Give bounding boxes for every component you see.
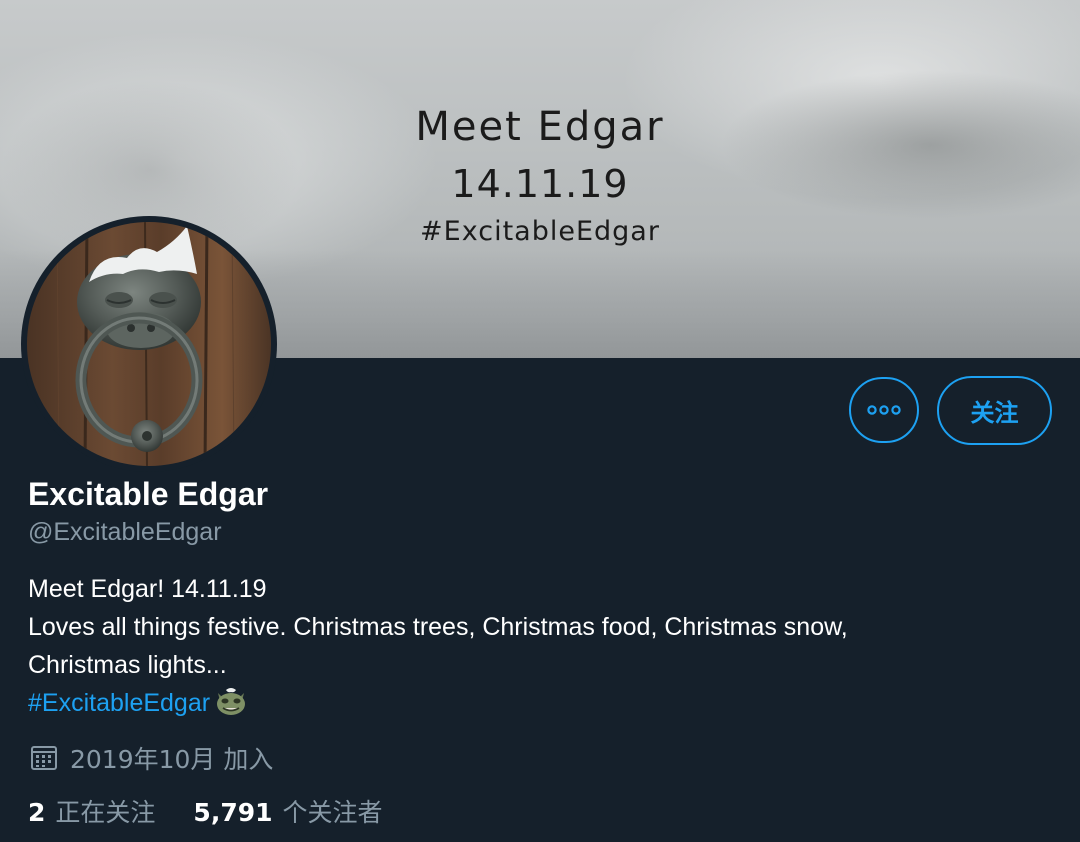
- avatar[interactable]: [21, 216, 277, 472]
- bio-line: Meet Edgar! 14.11.19: [28, 575, 267, 603]
- following-count: 2: [28, 798, 46, 827]
- profile-handle: @ExcitableEdgar: [28, 518, 222, 546]
- more-options-button[interactable]: [849, 377, 919, 443]
- profile-page: Meet Edgar 14.11.19 #ExcitableEdgar 关注 E…: [0, 0, 1080, 842]
- door-knocker-avatar-image: [27, 222, 271, 466]
- followers-link[interactable]: 5,791 个关注者: [193, 793, 382, 829]
- bio-line: #ExcitableEdgar: [28, 684, 1048, 728]
- following-link[interactable]: 2 正在关注: [28, 793, 155, 829]
- profile-bio: Meet Edgar! 14.11.19 Loves all things fe…: [28, 570, 1048, 728]
- followers-count: 5,791: [193, 798, 273, 827]
- banner-title: Meet Edgar: [415, 104, 665, 150]
- follow-button[interactable]: 关注: [937, 376, 1052, 445]
- following-label: 正在关注: [55, 798, 156, 827]
- joined-date-text: 2019年10月 加入: [70, 745, 274, 774]
- follow-stats: 2 正在关注 5,791 个关注者: [28, 793, 383, 829]
- joined-date: 2019年10月 加入: [30, 740, 273, 776]
- followers-label: 个关注者: [282, 798, 383, 827]
- follow-button-label: 关注: [970, 399, 1019, 427]
- banner-date: 14.11.19: [451, 162, 629, 206]
- calendar-icon: [30, 744, 58, 772]
- profile-display-name: Excitable Edgar: [28, 476, 269, 512]
- bio-line: Loves all things festive. Christmas tree…: [28, 613, 848, 641]
- bio-hashtag-link[interactable]: #ExcitableEdgar: [28, 689, 210, 717]
- bio-line: Christmas lights...: [28, 651, 227, 679]
- more-horizontal-icon: [867, 405, 901, 415]
- goblin-face-emoji-icon: [214, 687, 248, 728]
